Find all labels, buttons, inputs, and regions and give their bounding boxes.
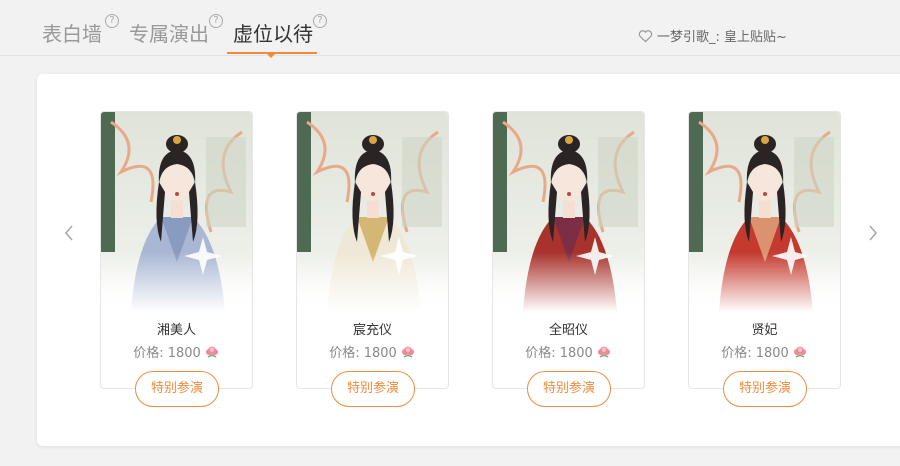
price-text: 价格: 1800 [133, 346, 201, 361]
user-status[interactable]: 一梦引歌_: 皇上贴贴~ [638, 26, 787, 45]
character-name: 全昭仪 [548, 323, 588, 338]
tab-bar: 表白墙 ? 专属演出 ? 虚位以待 ? 一梦引歌_: 皇上贴贴~ [0, 0, 900, 58]
tab-exclusive-show[interactable]: 专属演出 ? [129, 14, 223, 47]
flower-icon [596, 344, 612, 364]
heart-outline-icon [638, 29, 653, 42]
character-name: 贤妃 [751, 323, 778, 338]
special-appearance-button[interactable]: 特别参演 [331, 371, 415, 407]
role-card[interactable]: 贤妃 价格: 1800 特别参演 [688, 111, 841, 407]
special-appearance-button[interactable]: 特别参演 [723, 371, 807, 407]
role-card[interactable]: 宸充仪 价格: 1800 特别参演 [296, 111, 449, 407]
price-text: 价格: 1800 [721, 346, 789, 361]
flower-icon [792, 344, 808, 364]
tab-label: 专属演出 [129, 22, 209, 46]
price-text: 价格: 1800 [329, 346, 397, 361]
tab-label: 虚位以待 [233, 22, 313, 46]
role-card[interactable]: 全昭仪 价格: 1800 特别参演 [492, 111, 645, 407]
character-portrait [297, 112, 448, 312]
tab-vacancy[interactable]: 虚位以待 ? [233, 14, 327, 47]
character-name: 宸充仪 [352, 323, 392, 338]
character-portrait [493, 112, 644, 312]
help-icon[interactable]: ? [209, 14, 223, 28]
help-icon[interactable]: ? [105, 14, 119, 28]
tab-label: 表白墙 [42, 22, 102, 46]
price-label: 价格: 1800 [297, 342, 448, 364]
flower-icon [400, 344, 416, 364]
active-tab-caret [266, 53, 276, 58]
price-text: 价格: 1800 [525, 346, 593, 361]
chevron-left-icon [64, 225, 73, 241]
price-label: 价格: 1800 [689, 342, 840, 364]
role-card[interactable]: 湘美人 价格: 1800 特别参演 [100, 111, 253, 407]
user-status-text: 一梦引歌_: 皇上贴贴~ [657, 30, 787, 45]
next-arrow-button[interactable] [866, 222, 880, 248]
tab-confession-wall[interactable]: 表白墙 ? [42, 14, 119, 47]
character-portrait [689, 112, 840, 312]
help-icon[interactable]: ? [313, 14, 327, 28]
price-label: 价格: 1800 [493, 342, 644, 364]
flower-icon [204, 344, 220, 364]
special-appearance-button[interactable]: 特别参演 [135, 371, 219, 407]
prev-arrow-button[interactable] [62, 222, 76, 248]
price-label: 价格: 1800 [101, 342, 252, 364]
special-appearance-button[interactable]: 特别参演 [527, 371, 611, 407]
character-portrait [101, 112, 252, 312]
chevron-right-icon [869, 225, 878, 241]
character-name: 湘美人 [156, 323, 196, 338]
